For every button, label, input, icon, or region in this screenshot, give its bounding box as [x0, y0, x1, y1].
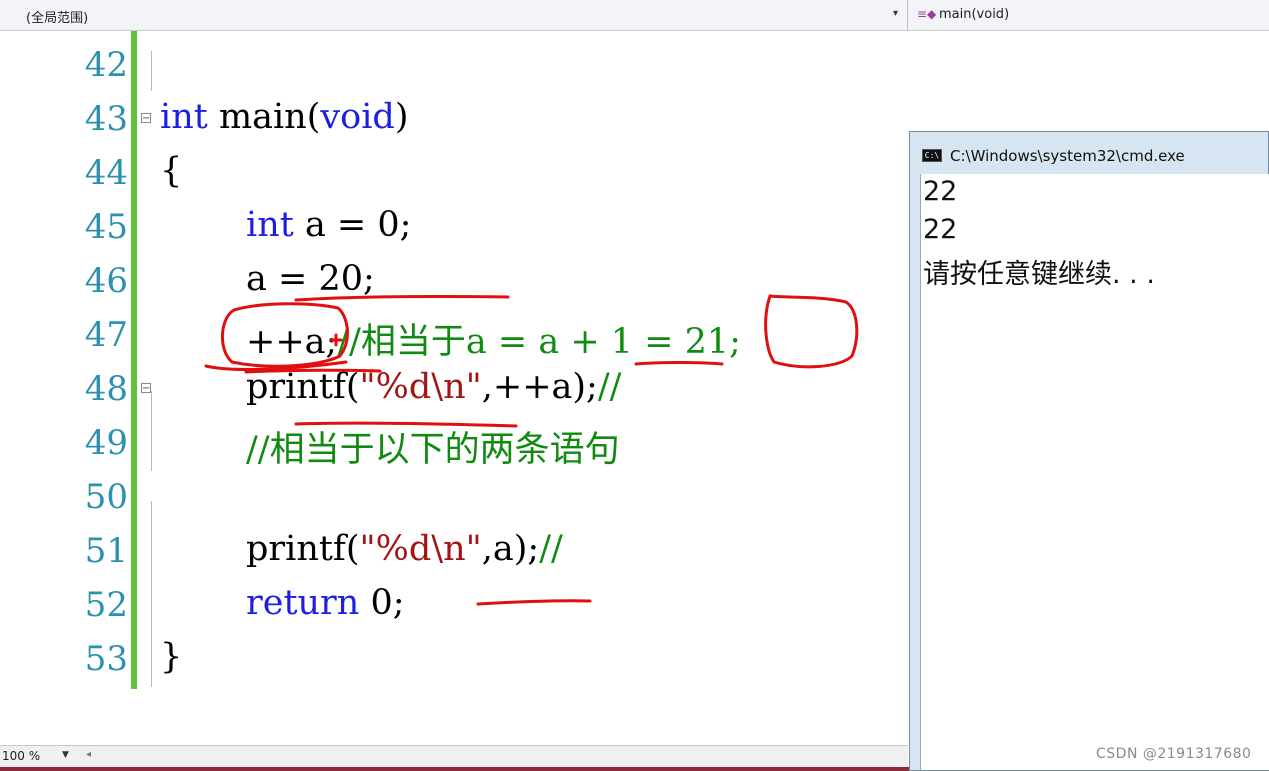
scroll-left-icon[interactable]: ◂: [86, 749, 91, 760]
watermark: CSDN @2191317680: [1096, 746, 1252, 762]
method-icon: ≡◆: [917, 7, 937, 21]
console-line: 22: [923, 214, 958, 245]
code-line[interactable]: 47 ++a;//相当于a = a + 1 = 21;: [0, 307, 908, 362]
collapse-icon[interactable]: −: [141, 383, 151, 394]
collapse-icon[interactable]: −: [141, 113, 151, 124]
function-dropdown[interactable]: ≡◆ main(void): [909, 0, 1269, 30]
code-line[interactable]: 53 }: [0, 631, 908, 685]
console-line: 22: [923, 176, 958, 207]
scope-dropdown[interactable]: (全局范围) ▾: [0, 0, 908, 30]
code-line[interactable]: 52 return 0;: [0, 577, 908, 631]
code-line[interactable]: 45 int a = 0;: [0, 199, 908, 253]
code-line[interactable]: 46 a = 20;: [0, 253, 908, 307]
line-number: 46: [84, 261, 128, 301]
line-number: 47: [84, 315, 128, 355]
line-number: 53: [84, 639, 128, 679]
chevron-down-icon[interactable]: ▼: [62, 750, 69, 760]
code-line[interactable]: 48 − printf("%d\n",++a);//: [0, 361, 908, 415]
code-text: ++a;//相当于a = a + 1 = 21;: [246, 322, 741, 362]
line-number: 50: [84, 477, 128, 517]
code-line[interactable]: 42: [0, 37, 908, 91]
scope-label: (全局范围): [26, 11, 89, 26]
line-number: 51: [84, 531, 128, 571]
code-text: int main(void): [160, 97, 409, 137]
code-text: return 0;: [246, 583, 405, 623]
line-number: 42: [84, 45, 128, 85]
function-label: main(void): [939, 7, 1010, 22]
chevron-down-icon[interactable]: ▾: [893, 8, 898, 19]
line-number: 49: [84, 423, 128, 463]
console-line: 请按任意键继续. . .: [923, 259, 1155, 290]
code-text: //相当于以下的两条语句: [246, 430, 620, 470]
line-number: 43: [84, 99, 128, 139]
console-titlebar[interactable]: C:\ C:\Windows\system32\cmd.exe: [910, 132, 1268, 170]
console-icon: C:\: [922, 149, 942, 162]
line-number: 52: [84, 585, 128, 625]
code-text: }: [160, 637, 183, 677]
code-text: {: [160, 151, 183, 191]
line-number: 48: [84, 369, 128, 409]
code-text: a = 20;: [246, 259, 375, 299]
code-line[interactable]: 44 {: [0, 145, 908, 199]
line-number: 44: [84, 153, 128, 193]
console-output[interactable]: 22 22 请按任意键继续. . .: [920, 174, 1269, 770]
code-line[interactable]: 43 − int main(void): [0, 91, 908, 145]
line-number: 45: [84, 207, 128, 247]
console-title: C:\Windows\system32\cmd.exe: [950, 147, 1185, 165]
console-window[interactable]: C:\ C:\Windows\system32\cmd.exe 22 22 请按…: [909, 131, 1269, 771]
code-text: printf("%d\n",++a);//: [246, 367, 622, 407]
code-line[interactable]: 50: [0, 469, 908, 523]
code-line[interactable]: 49 //相当于以下的两条语句: [0, 415, 908, 470]
code-text: printf("%d\n",a);//: [246, 529, 563, 569]
navigation-bar: (全局范围) ▾ ≡◆ main(void): [0, 0, 1269, 31]
code-text: int a = 0;: [246, 205, 412, 245]
code-editor[interactable]: 42 43 − int main(void) 44 { 45 int a = 0…: [0, 31, 908, 745]
status-bar: 100 % ▼ ◂: [0, 745, 908, 767]
code-line[interactable]: 51 printf("%d\n",a);//: [0, 523, 908, 577]
zoom-level[interactable]: 100 %: [2, 749, 40, 763]
